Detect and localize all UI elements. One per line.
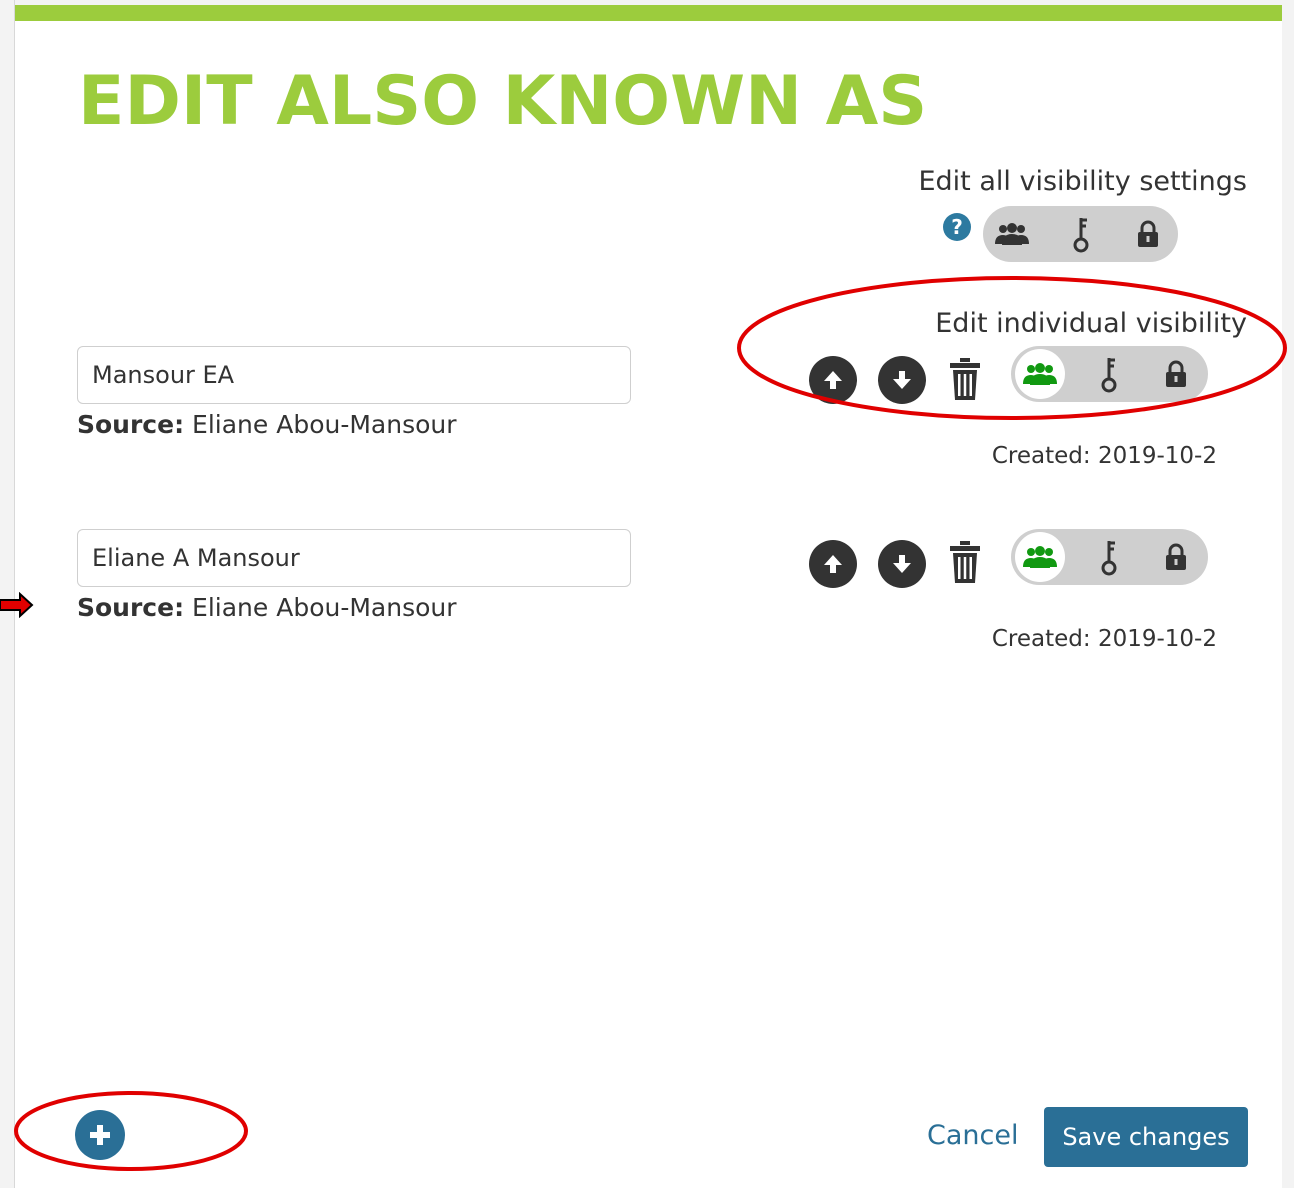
save-changes-button[interactable]: Save changes <box>1044 1107 1248 1167</box>
move-down-button[interactable] <box>878 540 926 588</box>
group-icon <box>995 223 1029 245</box>
lock-icon <box>1138 220 1158 247</box>
row-visibility-toggle <box>1011 346 1208 402</box>
visibility-trusted-option[interactable] <box>1084 532 1134 582</box>
key-icon <box>1101 541 1117 576</box>
visibility-everyone-option[interactable] <box>1015 532 1065 582</box>
aka-source-value: Eliane Abou-Mansour <box>192 410 457 439</box>
edit-all-visibility-toggle <box>983 206 1178 262</box>
dialog-top-accent-bar <box>15 5 1282 21</box>
visibility-private-option[interactable] <box>1123 209 1173 259</box>
edit-individual-visibility-label: Edit individual visibility <box>935 308 1247 339</box>
trash-icon <box>950 358 980 400</box>
add-aka-button[interactable] <box>75 1110 125 1160</box>
aka-created-date: Created: 2019-10-2 <box>991 443 1217 469</box>
dialog-title: EDIT ALSO KNOWN AS <box>78 62 928 141</box>
trash-icon <box>950 541 980 583</box>
move-up-button[interactable] <box>809 356 857 404</box>
lock-icon <box>1166 543 1186 570</box>
visibility-everyone-option[interactable] <box>987 209 1037 259</box>
delete-button[interactable] <box>947 356 983 402</box>
aka-source-label: Source: <box>77 410 185 439</box>
aka-source-value: Eliane Abou-Mansour <box>192 593 457 622</box>
window-right-edge <box>1282 0 1294 1188</box>
key-icon <box>1073 218 1089 253</box>
aka-created-date: Created: 2019-10-2 <box>991 626 1217 652</box>
edit-all-visibility-label: Edit all visibility settings <box>918 166 1247 197</box>
group-icon <box>1023 546 1057 568</box>
key-icon <box>1101 358 1117 393</box>
arrow-up-icon <box>824 555 842 573</box>
arrow-down-icon <box>893 371 911 389</box>
move-down-button[interactable] <box>878 356 926 404</box>
delete-button[interactable] <box>947 539 983 585</box>
visibility-trusted-option[interactable] <box>1056 209 1106 259</box>
question-icon[interactable]: ? <box>943 213 971 241</box>
move-up-button[interactable] <box>809 540 857 588</box>
visibility-private-option[interactable] <box>1151 349 1201 399</box>
aka-name-input[interactable] <box>77 529 631 587</box>
cancel-link[interactable]: Cancel <box>927 1120 1018 1151</box>
aka-source-label: Source: <box>77 593 185 622</box>
aka-name-input[interactable] <box>77 346 631 404</box>
plus-icon <box>90 1125 110 1145</box>
aka-source: Source: Eliane Abou-Mansour <box>77 410 457 439</box>
visibility-trusted-option[interactable] <box>1084 349 1134 399</box>
window-left-edge <box>0 0 15 1188</box>
group-icon <box>1023 363 1057 385</box>
visibility-private-option[interactable] <box>1151 532 1201 582</box>
row-visibility-toggle <box>1011 529 1208 585</box>
arrow-up-icon <box>824 371 842 389</box>
visibility-everyone-option[interactable] <box>1015 349 1065 399</box>
arrow-down-icon <box>893 555 911 573</box>
lock-icon <box>1166 360 1186 387</box>
aka-source: Source: Eliane Abou-Mansour <box>77 593 457 622</box>
